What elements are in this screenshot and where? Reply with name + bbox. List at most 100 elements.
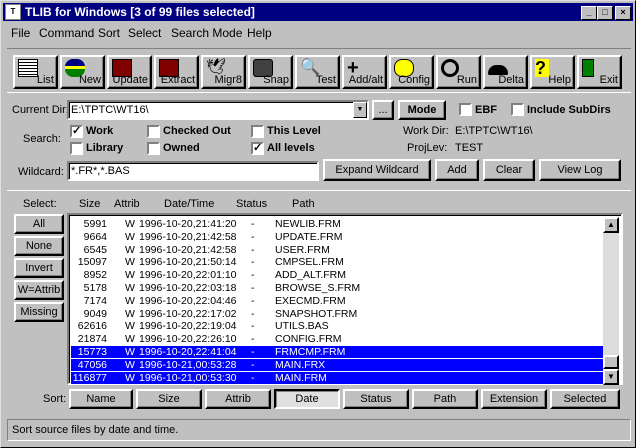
select-none-button[interactable]: None	[14, 236, 64, 256]
sort-name-button[interactable]: Name	[69, 389, 133, 409]
chevron-down-icon[interactable]: ▼	[353, 102, 367, 118]
work-checkbox[interactable]: ✓	[70, 125, 83, 138]
file-row[interactable]: 21874 W 1996-10-20,22:26:10 - CONFIG.FRM	[71, 333, 607, 345]
sort-selected-button[interactable]: Selected	[550, 389, 620, 409]
menu-select[interactable]: Select	[128, 26, 161, 40]
delta-button[interactable]: Delta	[483, 55, 528, 89]
file-row[interactable]: 8952 W 1996-10-20,22:01:10 - ADD_ALT.FRM	[71, 269, 607, 281]
cell-size: 116877	[72, 371, 107, 384]
cell-path: CMPSEL.FRM	[275, 256, 344, 269]
sort-extension-button[interactable]: Extension	[481, 389, 547, 409]
file-row[interactable]: 7174 W 1996-10-20,22:04:46 - EXECMD.FRM	[71, 295, 607, 307]
file-row[interactable]: 5991 W 1996-10-20,21:41:20 - NEWLIB.FRM	[71, 218, 607, 230]
file-row[interactable]: 47056 W 1996-10-21,00:53:28 - MAIN.FRX	[71, 358, 607, 371]
cell-size: 5991	[83, 218, 107, 230]
view-log-button[interactable]: View Log	[539, 159, 621, 181]
clear-button[interactable]: Clear	[483, 159, 535, 181]
sort-path-button[interactable]: Path	[412, 389, 478, 409]
this-level-checkbox[interactable]	[251, 125, 264, 138]
cell-path: ADD_ALT.FRM	[275, 269, 346, 282]
file-row[interactable]: 5178 W 1996-10-20,22:03:18 - BROWSE_S.FRM	[71, 282, 607, 294]
menu-file[interactable]: File	[11, 26, 30, 40]
column-header-datetime[interactable]: Date/Time	[164, 198, 214, 210]
new-button[interactable]: New	[60, 55, 105, 89]
add-button[interactable]: Add	[435, 159, 479, 181]
cell-dt: 1996-10-20,22:19:04	[139, 320, 237, 333]
cell-status: -	[251, 320, 255, 333]
tlib-app-icon[interactable]: T	[5, 4, 21, 20]
current-dir-combo[interactable]: E:\TPTC\WT16\ ▼	[67, 100, 369, 120]
work-dir-value: E:\TPTC\WT16\	[455, 125, 533, 137]
sort-size-button[interactable]: Size	[136, 389, 202, 409]
cell-status: -	[251, 358, 255, 371]
include-subdirs-checkbox[interactable]	[511, 103, 524, 116]
add-alt-button[interactable]: + Add/alt	[342, 55, 387, 89]
sort-date-button[interactable]: Date	[274, 389, 340, 409]
extract-button[interactable]: Extract	[154, 55, 199, 89]
current-dir-value: E:\TPTC\WT16\	[71, 104, 149, 116]
projlev-label: ProjLev:	[407, 142, 448, 154]
scroll-up-arrow-icon[interactable]: ▲	[603, 217, 619, 233]
owned-checkbox[interactable]	[147, 142, 160, 155]
cell-status: -	[251, 371, 255, 384]
column-header-attrib[interactable]: Attrib	[114, 198, 140, 210]
cell-status: -	[251, 218, 255, 230]
all-levels-label: All levels	[267, 142, 315, 154]
scroll-down-arrow-icon[interactable]: ▼	[603, 369, 619, 385]
column-header-status[interactable]: Status	[236, 198, 267, 210]
test-button[interactable]: 🔍 Test	[295, 55, 340, 89]
cell-attrib: W	[125, 307, 135, 320]
help-button[interactable]: ? Help	[530, 55, 575, 89]
file-row[interactable]: 9049 W 1996-10-20,22:17:02 - SNAPSHOT.FRM	[71, 308, 607, 320]
library-checkbox[interactable]	[70, 142, 83, 155]
invert-selection-button[interactable]: Invert	[14, 258, 64, 278]
file-row[interactable]: 62616 W 1996-10-20,22:19:04 - UTILS.BAS	[71, 320, 607, 332]
cell-path: MAIN.FRX	[275, 358, 326, 371]
config-button[interactable]: Config	[389, 55, 434, 89]
browse-button[interactable]: ...	[372, 100, 394, 120]
sort-attrib-button[interactable]: Attrib	[205, 389, 271, 409]
file-row[interactable]: 15773 W 1996-10-20,22:41:04 - FRMCMP.FRM	[71, 346, 607, 358]
update-button[interactable]: Update	[107, 55, 152, 89]
expand-wildcard-button[interactable]: Expand Wildcard	[323, 159, 431, 181]
run-button[interactable]: Run	[436, 55, 481, 89]
vertical-scrollbar[interactable]: ▲ ▼	[603, 217, 619, 385]
file-list[interactable]: 5991 W 1996-10-20,21:41:20 - NEWLIB.FRM 9664 W…	[67, 213, 623, 385]
cell-status: -	[251, 294, 255, 307]
menu-command[interactable]: Command	[39, 26, 94, 40]
file-row[interactable]: 15097 W 1996-10-20,21:50:14 - CMPSEL.FRM	[71, 256, 607, 268]
wildcard-input[interactable]: *.FR*,*.BAS	[67, 161, 319, 181]
menu-help[interactable]: Help	[247, 26, 272, 40]
select-w-attrib-button[interactable]: W=Attrib	[14, 280, 64, 300]
select-missing-button[interactable]: Missing	[14, 302, 64, 322]
ebf-checkbox[interactable]	[459, 103, 472, 116]
exit-button[interactable]: Exit	[577, 55, 622, 89]
file-row[interactable]: 6545 W 1996-10-20,21:42:58 - USER.FRM	[71, 244, 607, 256]
file-row[interactable]: 116877 W 1996-10-21,00:53:30 - MAIN.FRM	[71, 371, 607, 384]
migrate-button[interactable]: 🕊 Migr8	[201, 55, 246, 89]
menu-search-mode[interactable]: Search Mode	[171, 26, 242, 40]
sort-status-button[interactable]: Status	[343, 389, 409, 409]
checked-out-checkbox[interactable]	[147, 125, 160, 138]
minimize-button[interactable]: _	[581, 6, 597, 20]
title-bar[interactable]: T TLIB for Windows [3 of 99 files select…	[3, 3, 633, 21]
scroll-thumb[interactable]	[603, 355, 619, 369]
list-button[interactable]: List	[13, 55, 58, 89]
cell-dt: 1996-10-20,21:42:58	[139, 243, 237, 256]
cell-attrib: W	[125, 346, 135, 358]
column-header-path[interactable]: Path	[292, 198, 315, 210]
all-levels-checkbox[interactable]: ✓	[251, 142, 264, 155]
column-header-size[interactable]: Size	[79, 198, 100, 210]
mode-button[interactable]: Mode	[398, 100, 446, 120]
cell-path: CONFIG.FRM	[275, 333, 342, 346]
file-row[interactable]: 9664 W 1996-10-20,21:42:58 - UPDATE.FRM	[71, 231, 607, 243]
this-level-label: This Level	[267, 125, 321, 137]
cell-dt: 1996-10-20,22:17:02	[139, 307, 237, 320]
snap-button[interactable]: Snap	[248, 55, 293, 89]
menu-sort[interactable]: Sort	[98, 26, 120, 40]
library-label: Library	[86, 142, 124, 154]
maximize-button[interactable]: □	[597, 6, 613, 20]
close-button[interactable]: ×	[615, 6, 631, 20]
select-all-button[interactable]: All	[14, 214, 64, 234]
ebf-label: EBF	[475, 104, 497, 116]
